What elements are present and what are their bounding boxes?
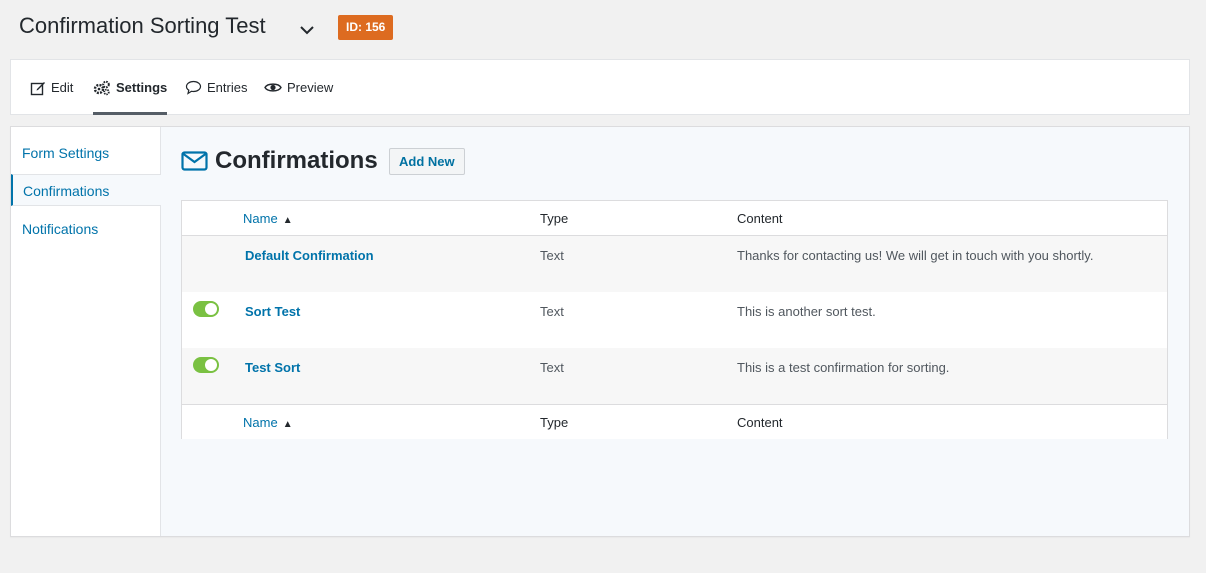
form-id-badge: ID: 156	[338, 15, 394, 40]
settings-sidebar: Form Settings Confirmations Notification…	[11, 127, 161, 536]
confirmations-table: Name ▲ Type Content Default Confirmation …	[181, 200, 1168, 439]
column-header-content: Content	[737, 211, 783, 226]
sidebar-item-form-settings[interactable]: Form Settings	[11, 137, 161, 169]
form-header: Confirmation Sorting Test ID: 156	[0, 0, 1206, 58]
table-row: Sort Test Text This is another sort test…	[182, 292, 1167, 348]
toolbar-entries-label: Entries	[207, 80, 248, 95]
column-footer-content: Content	[737, 415, 783, 430]
column-header-type: Type	[540, 211, 569, 226]
toolbar-preview-label: Preview	[287, 80, 334, 95]
confirmation-name-link[interactable]: Default Confirmation	[245, 248, 374, 263]
toolbar-settings-label: Settings	[116, 80, 168, 95]
confirmation-content: This is a test confirmation for sorting.	[737, 360, 950, 375]
table-row: Test Sort Text This is a test confirmati…	[182, 348, 1167, 404]
settings-panel: Form Settings Confirmations Notification…	[10, 126, 1190, 537]
sort-ascending-icon: ▲	[282, 215, 293, 226]
page-title: Confirmations	[215, 147, 378, 174]
sort-ascending-icon: ▲	[282, 419, 293, 430]
column-header-name[interactable]: Name ▲	[243, 201, 293, 236]
confirmation-type: Text	[540, 248, 564, 263]
confirmation-name-link[interactable]: Sort Test	[245, 304, 300, 319]
add-new-button[interactable]: Add New	[389, 148, 465, 175]
table-row: Default Confirmation Text Thanks for con…	[182, 236, 1167, 292]
toolbar-settings[interactable]: Settings	[93, 60, 168, 115]
column-header-name-label: Name	[243, 211, 278, 226]
form-toolbar: Edit Settings Entries Preview	[10, 59, 1190, 115]
edit-icon	[30, 81, 45, 95]
confirmations-main: Confirmations Add New Name ▲ Type Content…	[161, 127, 1189, 536]
chevron-down-icon[interactable]	[297, 20, 317, 40]
toolbar-preview[interactable]: Preview	[264, 60, 333, 115]
confirmation-type: Text	[540, 360, 564, 375]
confirmation-content: Thanks for contacting us! We will get in…	[737, 248, 1094, 263]
confirmation-content: This is another sort test.	[737, 304, 876, 319]
toolbar-edit[interactable]: Edit	[30, 60, 73, 115]
active-toggle[interactable]	[193, 301, 219, 317]
confirmation-name-link[interactable]: Test Sort	[245, 360, 300, 375]
column-footer-name[interactable]: Name ▲	[243, 405, 293, 440]
active-toggle[interactable]	[193, 357, 219, 373]
sidebar-item-confirmations[interactable]: Confirmations	[11, 174, 161, 206]
comment-icon	[185, 80, 202, 95]
toolbar-edit-label: Edit	[51, 80, 74, 95]
gears-icon	[93, 80, 110, 95]
confirmation-type: Text	[540, 304, 564, 319]
toolbar-entries[interactable]: Entries	[185, 60, 247, 115]
table-header: Name ▲ Type Content	[182, 201, 1167, 236]
eye-icon	[264, 83, 282, 92]
form-title: Confirmation Sorting Test	[19, 13, 266, 38]
table-footer: Name ▲ Type Content	[182, 404, 1167, 439]
column-footer-name-label: Name	[243, 415, 278, 430]
sidebar-item-notifications[interactable]: Notifications	[11, 213, 161, 245]
envelope-icon	[181, 151, 208, 171]
section-header: Confirmations	[181, 147, 378, 175]
column-footer-type: Type	[540, 415, 569, 430]
